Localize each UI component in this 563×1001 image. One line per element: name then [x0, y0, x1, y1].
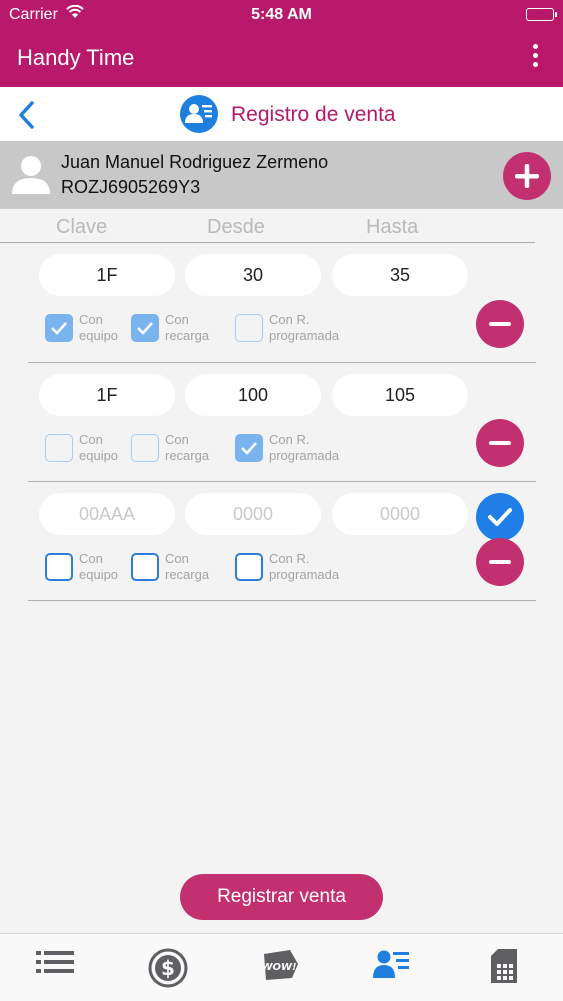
con-equipo-label: Con equipo [79, 432, 119, 463]
app-header: Carrier 5:48 AM Handy Time [0, 0, 563, 87]
client-card-icon [180, 95, 218, 133]
con-recarga-label: Con recarga [165, 551, 210, 582]
con-equipo-checkbox[interactable] [45, 553, 73, 581]
status-bar: Carrier 5:48 AM [0, 0, 563, 30]
tab-list[interactable] [0, 934, 112, 1001]
con-recarga-checkbox[interactable] [131, 434, 159, 462]
app-title: Handy Time [17, 45, 135, 70]
desde-input[interactable] [185, 374, 321, 416]
register-sale-button[interactable]: Registrar venta [180, 874, 383, 920]
row-divider [28, 362, 536, 363]
confirm-row-button[interactable] [476, 493, 524, 541]
sale-row: Conequipo Conrecarga Con R.programada [0, 364, 563, 484]
con-equipo-label: Con equipo [79, 312, 119, 343]
con-r-programada-label: Con R. programada [269, 432, 340, 463]
back-chevron-icon[interactable] [14, 99, 40, 131]
row-divider [28, 481, 536, 482]
new-sale-row: Conequipo Conrecarga Con R.programada [0, 483, 563, 603]
con-recarga-checkbox[interactable] [131, 553, 159, 581]
battery-icon [526, 8, 557, 21]
column-hasta: Hasta [366, 216, 419, 238]
desde-input[interactable] [185, 254, 321, 296]
hasta-input[interactable] [332, 254, 468, 296]
clock: 5:48 AM [251, 6, 312, 23]
column-clave: Clave [56, 216, 108, 238]
remove-row-button[interactable] [476, 419, 524, 467]
svg-text:WOW!: WOW! [261, 962, 296, 973]
divider [0, 242, 535, 243]
con-equipo-checkbox[interactable] [45, 314, 73, 342]
client-rfc: ROZJ6905269Y3 [61, 177, 201, 197]
tab-sim[interactable] [448, 934, 560, 1001]
tab-clients[interactable] [336, 934, 448, 1001]
tab-payments[interactable]: $ [112, 934, 224, 1001]
tab-wow[interactable]: WOW! [224, 934, 336, 1001]
add-row-button[interactable] [503, 152, 551, 200]
client-name: Juan Manuel Rodriguez Zermeno [61, 152, 329, 172]
clave-input[interactable] [39, 493, 175, 535]
con-recarga-checkbox[interactable] [131, 314, 159, 342]
clave-input[interactable] [39, 374, 175, 416]
client-info: Juan Manuel Rodriguez Zermeno ROZJ690526… [0, 141, 563, 209]
nav-bar: Registro de venta [0, 87, 563, 141]
row-divider [28, 600, 536, 601]
person-icon [11, 154, 51, 201]
svg-text:$: $ [161, 956, 175, 980]
con-r-programada-checkbox[interactable] [235, 553, 263, 581]
con-r-programada-checkbox[interactable] [235, 314, 263, 342]
more-options-icon[interactable] [525, 44, 545, 70]
con-r-programada-label: Con R. programada [269, 551, 340, 582]
hasta-input[interactable] [332, 374, 468, 416]
remove-row-button[interactable] [476, 300, 524, 348]
column-desde: Desde [207, 216, 265, 238]
tab-bar: $ WOW! [0, 933, 563, 1001]
con-r-programada-label: Con R. programada [269, 312, 340, 343]
clave-input[interactable] [39, 254, 175, 296]
page-title: Registro de venta [231, 103, 396, 126]
remove-row-button[interactable] [476, 538, 524, 586]
desde-input[interactable] [185, 493, 321, 535]
con-recarga-label: Con recarga [165, 432, 210, 463]
con-r-programada-checkbox[interactable] [235, 434, 263, 462]
con-equipo-label: Con equipo [79, 551, 119, 582]
con-recarga-label: Con recarga [165, 312, 210, 343]
sale-row: Conequipo Conrecarga Con R.programada [0, 244, 563, 364]
con-equipo-checkbox[interactable] [45, 434, 73, 462]
hasta-input[interactable] [332, 493, 468, 535]
column-headers: Clave Desde Hasta [0, 216, 563, 242]
